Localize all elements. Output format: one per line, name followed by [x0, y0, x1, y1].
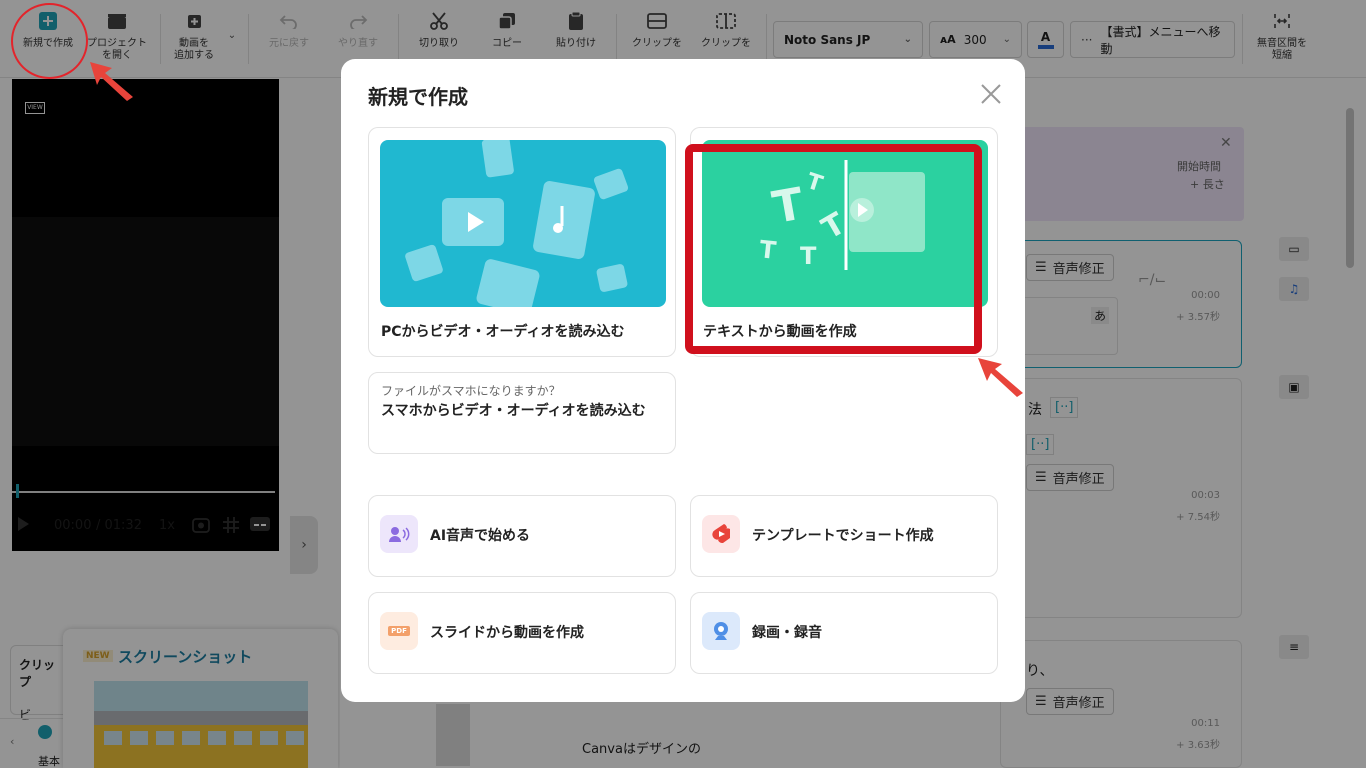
phone-import-card[interactable]: ファイルがスマホになりますか？ スマホからビデオ・オーディオを読み込む: [368, 372, 676, 454]
dialog-title: 新規で作成: [368, 85, 468, 109]
phone-import-label: スマホからビデオ・オーディオを読み込む: [381, 403, 646, 419]
pc-import-card[interactable]: PCからビデオ・オーディオを読み込む: [368, 127, 676, 357]
slide-video-label: スライドから動画を作成: [430, 625, 584, 641]
record-label: 録画・録音: [752, 625, 822, 641]
pdf-icon: PDF: [380, 612, 418, 650]
annotation-arrow: [978, 358, 1023, 397]
annotation-arrow: [90, 62, 133, 101]
ai-voice-icon: [380, 515, 418, 553]
shorts-icon: [702, 515, 740, 553]
webcam-icon: [702, 612, 740, 650]
record-card[interactable]: 録画・録音: [690, 592, 998, 674]
annotation-highlight: [685, 144, 982, 354]
slide-video-card[interactable]: PDF スライドから動画を作成: [368, 592, 676, 674]
annotation-circle: [11, 3, 88, 79]
pc-import-label: PCからビデオ・オーディオを読み込む: [381, 324, 625, 340]
pdf-tag: PDF: [388, 626, 410, 636]
template-short-label: テンプレートでショート作成: [752, 528, 934, 544]
ai-voice-label: AI音声で始める: [430, 528, 531, 544]
ai-voice-card[interactable]: AI音声で始める: [368, 495, 676, 577]
close-icon[interactable]: [977, 80, 1005, 108]
template-short-card[interactable]: テンプレートでショート作成: [690, 495, 998, 577]
phone-import-hint: ファイルがスマホになりますか？: [381, 384, 561, 398]
pc-import-illustration: [380, 140, 666, 307]
